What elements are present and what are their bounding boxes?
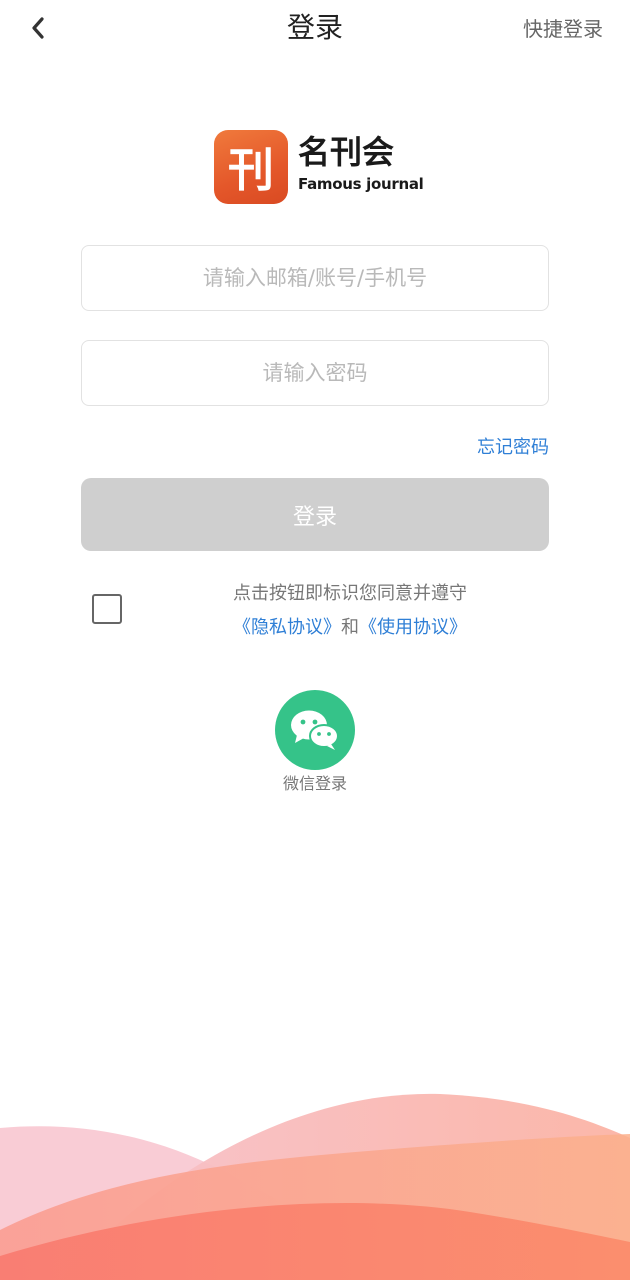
logo-mark-char: 刊 xyxy=(228,143,274,197)
logo-name: 名刊会 xyxy=(298,133,395,171)
app-logo: 刊 名刊会 Famous journal xyxy=(214,130,474,206)
decorative-waves xyxy=(0,1093,630,1280)
password-input[interactable] xyxy=(82,341,548,405)
password-field[interactable] xyxy=(81,340,549,406)
agreement-links: 《隐私协议》和《使用协议》 xyxy=(170,614,530,642)
forgot-password-link[interactable]: 忘记密码 xyxy=(477,434,549,462)
agreement-text: 点击按钮即标识您同意并遵守 xyxy=(233,583,467,604)
agreement-checkbox[interactable] xyxy=(92,594,122,624)
logo-subtitle: Famous journal xyxy=(298,175,424,193)
terms-of-use-link[interactable]: 《使用协议》 xyxy=(359,617,467,638)
app-header: 登录 快捷登录 xyxy=(0,0,630,58)
wechat-login-label: 微信登录 xyxy=(282,774,347,793)
logo-mark-icon: 刊 xyxy=(214,130,288,204)
login-button[interactable]: 登录 xyxy=(81,478,549,551)
wechat-login-button[interactable] xyxy=(275,690,355,770)
account-field[interactable] xyxy=(81,245,549,311)
wechat-icon xyxy=(291,710,339,750)
agreement-and: 和 xyxy=(341,617,359,638)
privacy-policy-link[interactable]: 《隐私协议》 xyxy=(233,617,341,638)
quick-login-link[interactable]: 快捷登录 xyxy=(523,14,603,44)
account-input[interactable] xyxy=(82,246,548,310)
